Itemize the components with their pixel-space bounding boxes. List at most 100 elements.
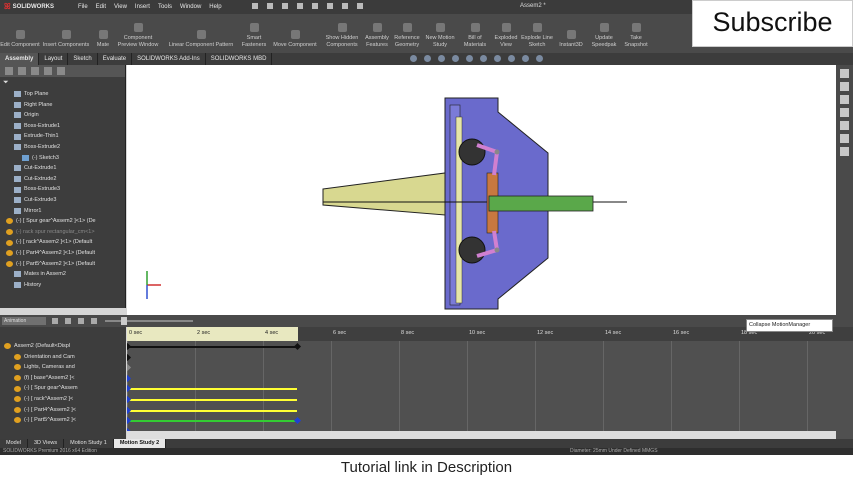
timeline-bar[interactable] <box>127 420 297 423</box>
update-speedpak-button[interactable]: Update Speedpak <box>588 14 620 53</box>
reference-geometry-button[interactable]: Reference Geometry <box>392 14 422 53</box>
select-icon[interactable] <box>327 3 333 9</box>
motion-tree-node[interactable]: Orientation and Cam <box>0 352 126 363</box>
bill-of-materials-button[interactable]: Bill of Materials <box>458 14 492 53</box>
menu-file[interactable]: File <box>78 4 88 10</box>
design-library-icon[interactable] <box>840 82 849 91</box>
keyframe[interactable] <box>127 406 132 414</box>
filter-icon[interactable]: ⏷ <box>0 77 125 89</box>
motion-timeline[interactable]: 0 sec 2 sec 4 sec 6 sec 8 sec 10 sec 12 sec 14 … <box>127 327 853 439</box>
menu-view[interactable]: View <box>114 4 127 10</box>
scene-icon[interactable] <box>522 55 529 62</box>
study-type-select[interactable]: Animation <box>2 317 46 325</box>
motion-tree-node[interactable]: (-) [ Spur gear^Assem <box>0 383 126 394</box>
subscribe-overlay[interactable]: Subscribe <box>692 0 853 47</box>
calculate-icon[interactable] <box>52 318 58 324</box>
configuration-manager-icon[interactable] <box>31 67 39 75</box>
playback-speed-slider[interactable] <box>105 320 193 322</box>
appearance-icon[interactable] <box>508 55 515 62</box>
tab-layout[interactable]: Layout <box>39 53 69 65</box>
new-motion-study-button[interactable]: New Motion Study <box>422 14 458 53</box>
options-icon[interactable] <box>357 3 363 9</box>
motion-tree-node[interactable]: (-) [ Part5^Assem2 ]< <box>0 415 126 426</box>
model-viewport[interactable] <box>127 65 836 315</box>
feature-manager-icon[interactable] <box>5 67 13 75</box>
tab-motion-study-2[interactable]: Motion Study 2 <box>113 439 167 448</box>
appearances-icon[interactable] <box>840 121 849 130</box>
keyframe[interactable] <box>293 417 302 425</box>
timeline-bar[interactable] <box>127 399 297 401</box>
tree-node[interactable]: (-) Sketch3 <box>0 153 125 164</box>
tree-node[interactable]: Origin <box>0 110 125 121</box>
tree-node[interactable]: Cut-Extrude2 <box>0 174 125 185</box>
timeline-bar[interactable] <box>127 409 297 412</box>
motion-tree-node[interactable]: Assem2 (Default<Displ <box>0 341 126 352</box>
timeline-bar[interactable] <box>127 346 297 348</box>
mate-button[interactable]: Mate <box>92 14 114 53</box>
keyframe[interactable] <box>127 417 132 425</box>
zoom-fit-icon[interactable] <box>410 55 417 62</box>
view-palette-icon[interactable] <box>840 108 849 117</box>
tree-node[interactable]: Right Plane <box>0 100 125 111</box>
tree-node[interactable]: Cut-Extrude3 <box>0 195 125 206</box>
keyframe[interactable] <box>127 385 132 393</box>
rebuild-icon[interactable] <box>342 3 348 9</box>
menu-tools[interactable]: Tools <box>158 4 172 10</box>
tree-node[interactable]: Top Plane <box>0 89 125 100</box>
menu-help[interactable]: Help <box>209 4 221 10</box>
tree-node[interactable]: Extrude-Thin1 <box>0 131 125 142</box>
timeline-bar[interactable] <box>127 388 297 391</box>
take-snapshot-button[interactable]: Take Snapshot <box>620 14 652 53</box>
forum-icon[interactable] <box>840 147 849 156</box>
dimxpert-icon[interactable] <box>44 67 52 75</box>
component-preview-button[interactable]: Component Preview Window <box>114 14 162 53</box>
resources-icon[interactable] <box>840 69 849 78</box>
save-icon[interactable] <box>282 3 288 9</box>
keyframe[interactable] <box>127 364 132 372</box>
tab-addins[interactable]: SOLIDWORKS Add-Ins <box>132 53 206 65</box>
tree-node[interactable]: (-) [ Part4^Assem2 ]<1> (Default <box>0 248 125 259</box>
tab-assembly[interactable]: Assembly <box>0 53 40 65</box>
tab-evaluate[interactable]: Evaluate <box>98 53 133 65</box>
tab-model[interactable]: Model <box>0 439 28 448</box>
display-style-icon[interactable] <box>480 55 487 62</box>
motion-tree-node[interactable]: (-) [ Part4^Assem2 ]< <box>0 405 126 416</box>
zoom-area-icon[interactable] <box>424 55 431 62</box>
insert-components-button[interactable]: Insert Components <box>40 14 92 53</box>
assembly-features-button[interactable]: Assembly Features <box>362 14 392 53</box>
view-orientation-icon[interactable] <box>466 55 473 62</box>
playback-speed-knob[interactable] <box>121 317 127 325</box>
tree-node[interactable]: Mates in Assem2 <box>0 269 125 280</box>
file-explorer-icon[interactable] <box>840 95 849 104</box>
tree-node[interactable]: (-) [ Part5^Assem2 ]<1> (Default <box>0 259 125 270</box>
motion-tree-node[interactable]: (-) [ rack^Assem2 ]< <box>0 394 126 405</box>
explode-line-sketch-button[interactable]: Explode Line Sketch <box>520 14 554 53</box>
keyframe[interactable] <box>127 395 132 404</box>
tree-node[interactable]: Boss-Extrude1 <box>0 121 125 132</box>
exploded-view-button[interactable]: Exploded View <box>492 14 520 53</box>
instant3d-button[interactable]: Instant3D <box>554 14 588 53</box>
tree-node[interactable]: (-) [ rack^Assem2 ]<1> (Default <box>0 237 125 248</box>
previous-view-icon[interactable] <box>438 55 445 62</box>
open-icon[interactable] <box>267 3 273 9</box>
print-icon[interactable] <box>297 3 303 9</box>
menu-edit[interactable]: Edit <box>96 4 106 10</box>
stop-icon[interactable] <box>91 318 97 324</box>
timeline-scrollbar[interactable] <box>127 431 836 439</box>
property-manager-icon[interactable] <box>18 67 26 75</box>
tree-node[interactable]: Mirror1 <box>0 206 125 217</box>
tab-3d-views[interactable]: 3D Views <box>28 439 65 448</box>
play-from-start-icon[interactable] <box>65 318 71 324</box>
show-hidden-button[interactable]: Show Hidden Components <box>322 14 362 53</box>
keyframe[interactable] <box>127 353 132 361</box>
motion-tree-node[interactable]: Lights, Cameras and <box>0 362 126 373</box>
smart-fasteners-button[interactable]: Smart Fasteners <box>240 14 268 53</box>
section-view-icon[interactable] <box>452 55 459 62</box>
tree-node[interactable]: History <box>0 280 125 291</box>
tab-sketch[interactable]: Sketch <box>68 53 98 65</box>
edit-component-button[interactable]: Edit Component <box>0 14 40 53</box>
play-icon[interactable] <box>78 318 84 324</box>
graphics-area[interactable] <box>127 65 836 315</box>
view-settings-icon[interactable] <box>536 55 543 62</box>
display-manager-icon[interactable] <box>57 67 65 75</box>
